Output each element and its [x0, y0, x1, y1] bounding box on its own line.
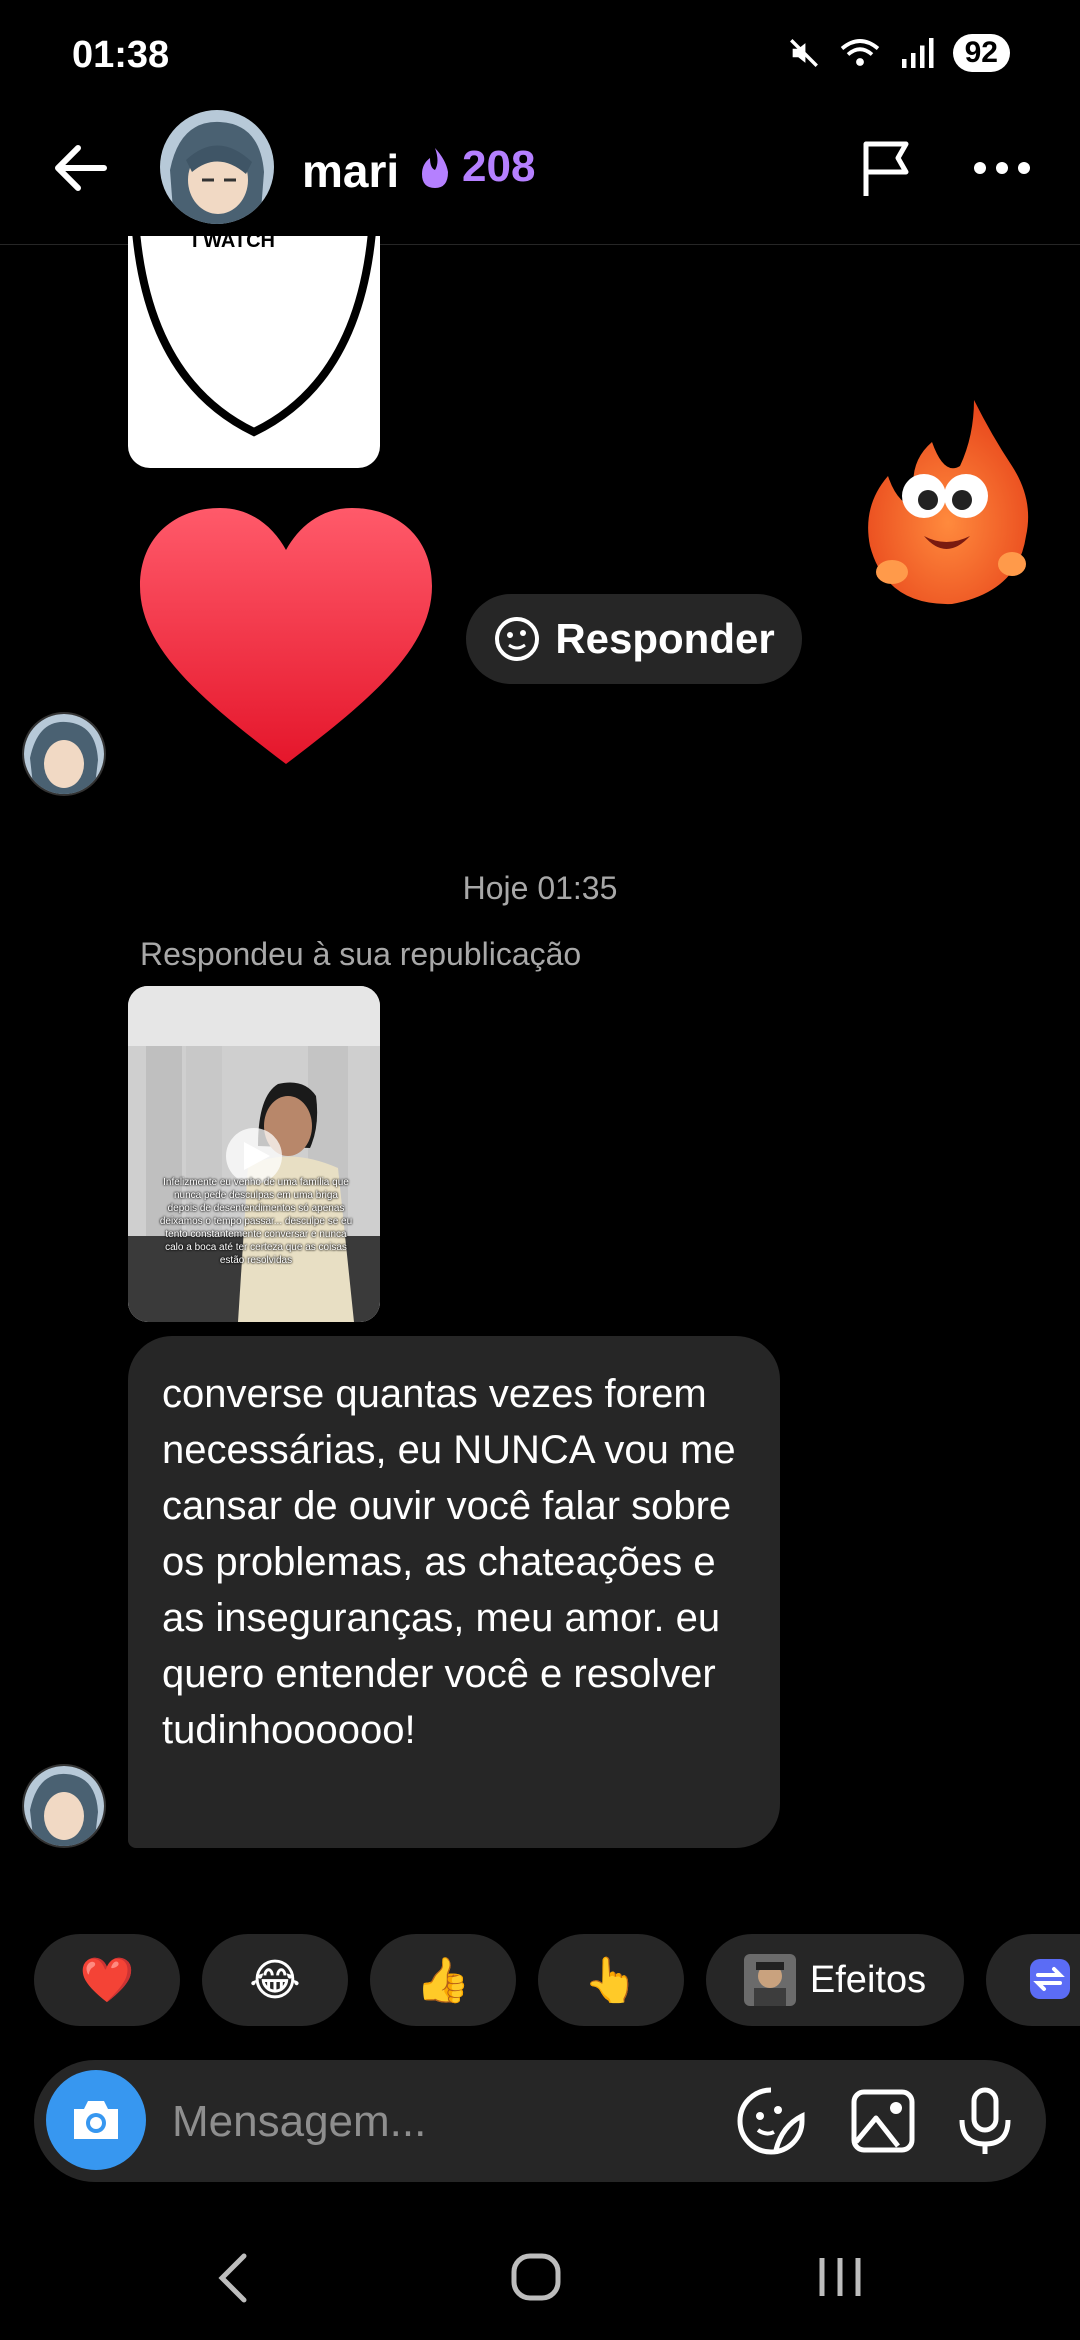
outline-heart-icon: [132, 236, 376, 437]
back-arrow-icon[interactable]: [44, 138, 114, 198]
status-icons: 92: [787, 34, 1010, 72]
message-timestamp: Hoje 01:35: [462, 870, 618, 906]
reaction-heart[interactable]: ❤️: [34, 1934, 180, 2026]
red-heart-emoji[interactable]: [136, 506, 436, 770]
reaction-laugh[interactable]: 😂: [202, 1934, 348, 2026]
flame-character-sticker[interactable]: [862, 396, 1032, 608]
more-options-icon[interactable]: [972, 160, 1032, 176]
sender-avatar[interactable]: [22, 1764, 106, 1848]
streak-fire-icon: [422, 148, 448, 188]
video-preview-image: [128, 986, 380, 1322]
heart-sticker-card[interactable]: I WATCH: [128, 236, 380, 468]
flag-icon[interactable]: [858, 138, 918, 200]
swap-icon: [1030, 1959, 1070, 1999]
reply-context-label: Respondeu à sua republicação: [140, 936, 582, 972]
effects-label: Efeitos: [809, 1958, 927, 2001]
effects-button[interactable]: Efeitos: [706, 1934, 964, 2026]
mute-icon: [789, 39, 818, 67]
more-reactions-button[interactable]: [986, 1934, 1080, 2026]
effects-avatar-icon: [743, 1954, 796, 2006]
reposted-video-thumbnail[interactable]: Infelizmente eu venho de uma família que…: [128, 986, 380, 1322]
system-nav-bar: [0, 2210, 1080, 2340]
reply-button-label: Responder: [555, 615, 775, 662]
reaction-point-up[interactable]: 👆: [538, 1934, 684, 2026]
contact-avatar[interactable]: [160, 110, 274, 224]
nav-back-icon[interactable]: [216, 2252, 250, 2304]
camera-icon: [74, 2101, 118, 2139]
quick-reactions-bar: ❤️ 😂 👍 👆 Efeitos: [0, 1934, 1080, 2026]
nav-recents-icon[interactable]: [814, 2254, 866, 2300]
message-bubble[interactable]: converse quantas vezes forem necessárias…: [128, 1336, 780, 1848]
gallery-icon[interactable]: [848, 2086, 918, 2156]
video-overlay-text: Infelizmente eu venho de uma família que…: [159, 1177, 353, 1266]
signal-icon: [901, 38, 934, 68]
sticker-icon[interactable]: [736, 2086, 806, 2156]
wifi-icon: [840, 39, 879, 66]
camera-button[interactable]: [46, 2070, 146, 2170]
reaction-thumbs-up[interactable]: 👍: [370, 1934, 516, 2026]
sticker-text: I WATCH: [192, 236, 275, 252]
message-input[interactable]: [170, 2086, 694, 2158]
sender-avatar[interactable]: [22, 712, 106, 796]
streak-count: 208: [462, 142, 536, 191]
battery-level: 92: [952, 34, 1010, 72]
sticker-icon: [495, 617, 540, 661]
nav-home-icon[interactable]: [510, 2250, 562, 2304]
status-time: 01:38: [72, 34, 170, 76]
reply-sticker-button[interactable]: Responder: [466, 594, 802, 684]
contact-name[interactable]: mari: [302, 144, 399, 198]
microphone-icon[interactable]: [950, 2086, 1020, 2156]
